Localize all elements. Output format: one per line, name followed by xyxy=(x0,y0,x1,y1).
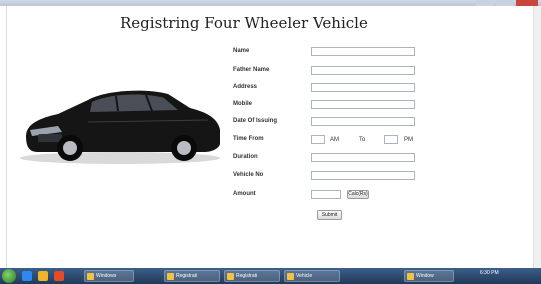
pm-label: PM xyxy=(404,137,413,143)
vertical-scrollbar[interactable] xyxy=(533,6,541,268)
father-name-input[interactable] xyxy=(311,66,415,75)
page-title: Registring Four Wheeler Vehicle xyxy=(120,14,368,32)
name-input[interactable] xyxy=(311,47,415,56)
duration-label: Duration xyxy=(233,154,258,160)
time-from-label: Time From xyxy=(233,136,264,142)
taskbar-item-registration-2[interactable]: Registrati xyxy=(224,270,280,282)
name-label: Name xyxy=(233,48,250,54)
browser-icon xyxy=(227,273,234,280)
to-label: To xyxy=(359,137,366,143)
window-icon xyxy=(87,273,94,280)
browser-icon xyxy=(287,273,294,280)
window-icon xyxy=(407,273,414,280)
taskbar-item-window[interactable]: Window xyxy=(404,270,454,282)
duration-input[interactable] xyxy=(311,153,415,162)
time-from-input[interactable] xyxy=(311,135,325,144)
car-image xyxy=(20,90,220,164)
taskbar: Windows Registrati Registrati Vehicle Wi… xyxy=(0,268,541,284)
address-input[interactable] xyxy=(311,83,415,92)
taskbar-item-registration-1[interactable]: Registrati xyxy=(164,270,220,282)
media-icon[interactable] xyxy=(54,271,64,281)
system-clock[interactable]: 6:30 PM xyxy=(480,270,499,276)
amount-input[interactable] xyxy=(311,190,341,199)
father-name-label: Father Name xyxy=(233,67,270,73)
start-button[interactable] xyxy=(2,269,16,283)
date-of-issuing-input[interactable] xyxy=(311,117,415,126)
address-label: Address xyxy=(233,84,258,90)
mobile-label: Mobile xyxy=(233,101,252,107)
folder-icon[interactable] xyxy=(38,271,48,281)
submit-button[interactable]: Submit xyxy=(317,210,342,220)
vehicle-no-input[interactable] xyxy=(311,171,415,180)
time-to-input[interactable] xyxy=(384,135,398,144)
am-label: AM xyxy=(330,137,339,143)
ie-icon[interactable] xyxy=(22,271,32,281)
amount-label: Amount xyxy=(233,191,256,197)
taskbar-item-vehicle[interactable]: Vehicle xyxy=(284,270,340,282)
taskbar-item-windows[interactable]: Windows xyxy=(84,270,134,282)
vehicle-no-label: Vehicle No xyxy=(233,172,264,178)
date-of-issuing-label: Date Of Issuing xyxy=(233,118,278,124)
mobile-input[interactable] xyxy=(311,100,415,109)
calc-button[interactable]: Calc(Rs) xyxy=(347,190,369,199)
browser-icon xyxy=(167,273,174,280)
